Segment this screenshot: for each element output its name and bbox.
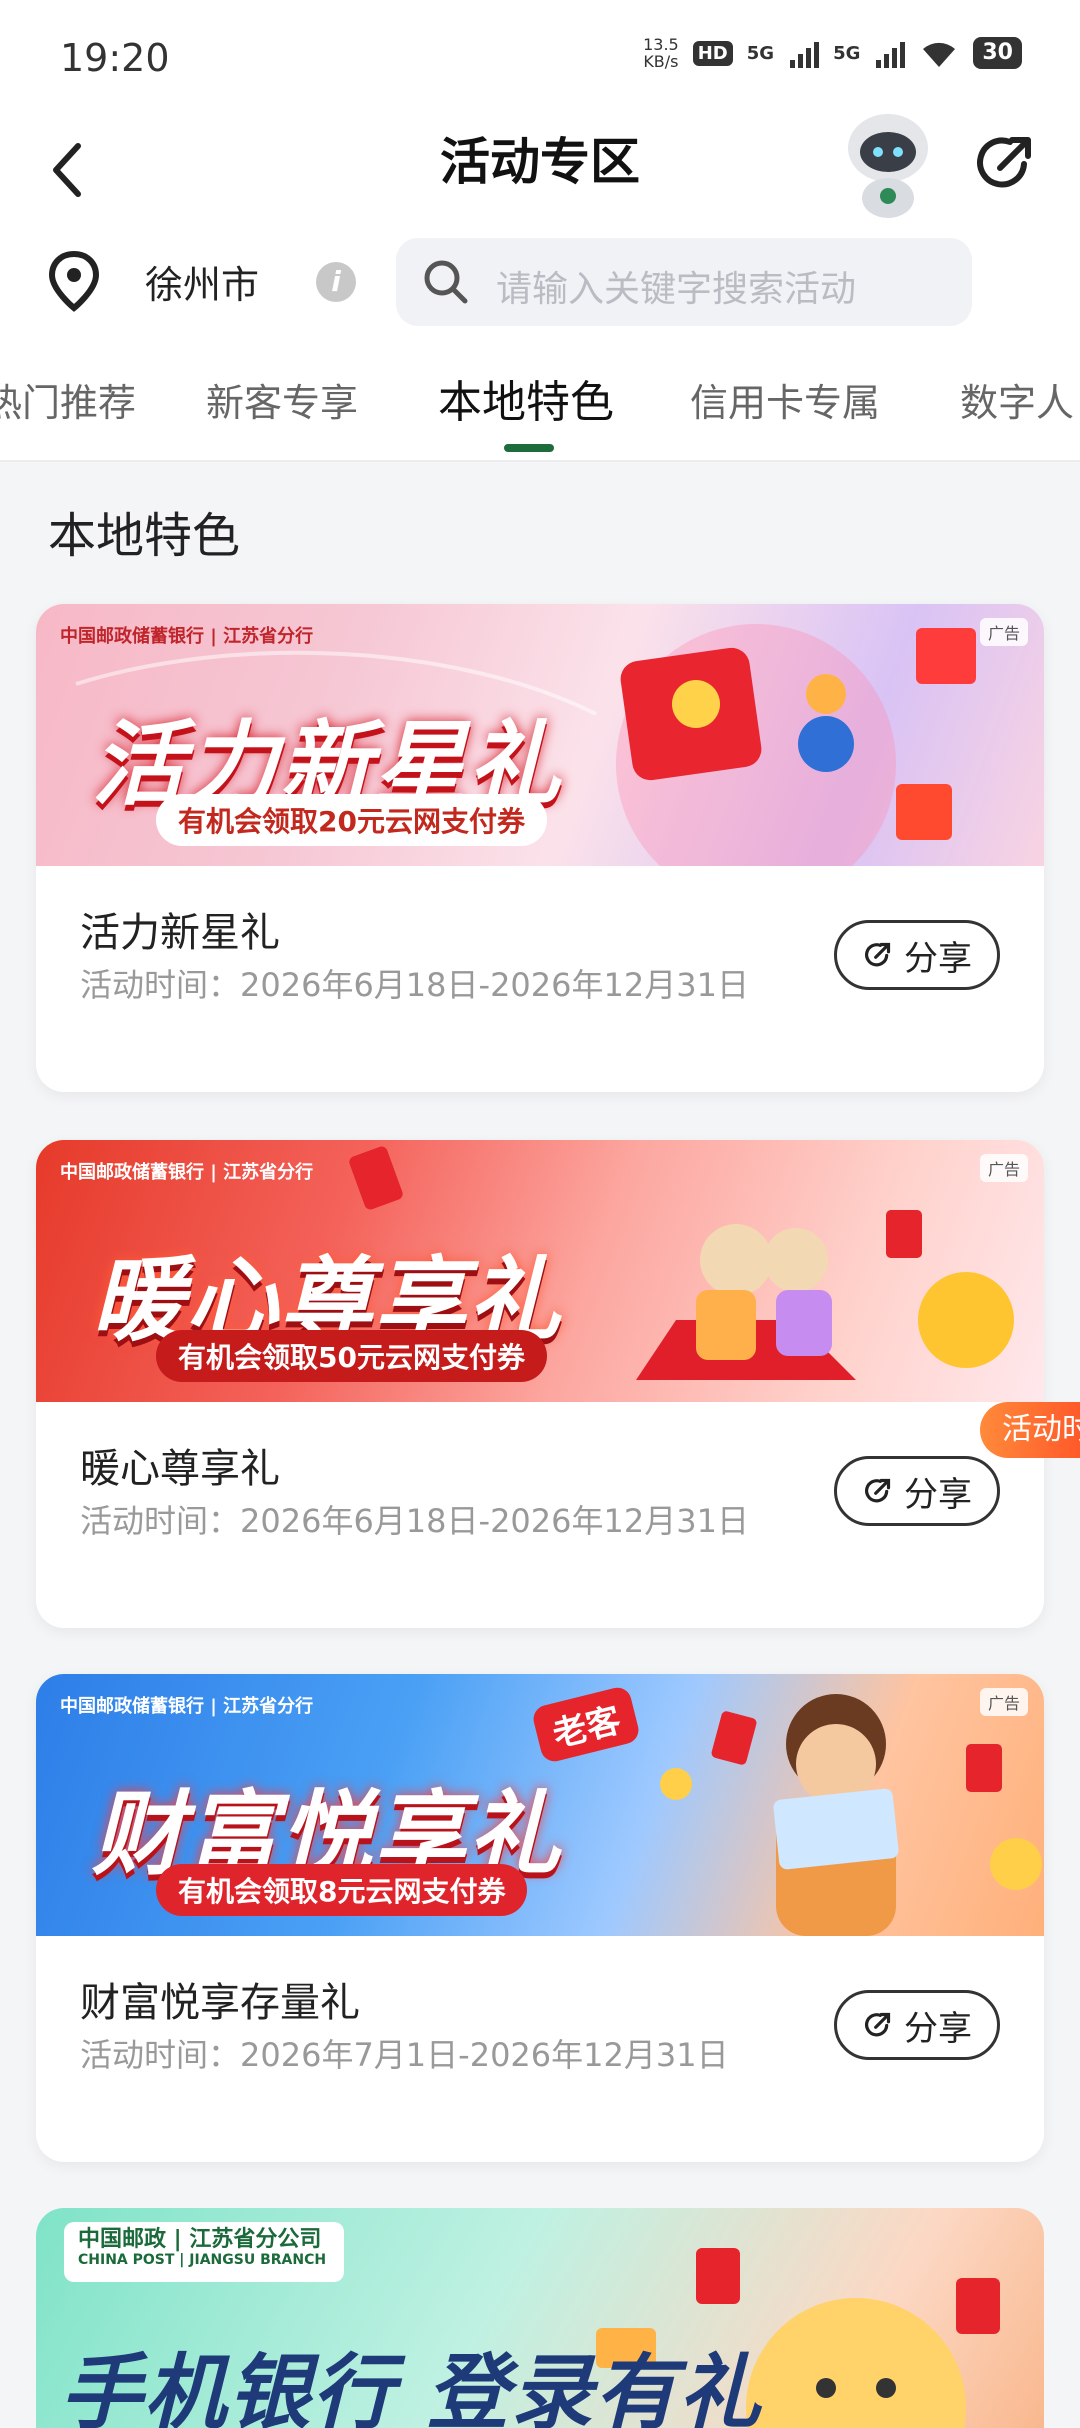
share-label: 分享 (904, 938, 972, 979)
tab-hot[interactable]: 热门推荐 (0, 372, 136, 427)
status-icons: 13.5 KB/s HD 5G 5G 30 (643, 36, 1022, 70)
activity-name: 财富悦享存量礼 (80, 1980, 360, 2026)
status-bar: 19:20 13.5 KB/s HD 5G 5G 30 (0, 0, 1080, 110)
category-tabs: 热门推荐 新客专享 本地特色 信用卡专属 数字人 (0, 360, 1080, 460)
activity-banner[interactable]: 中国邮政储蓄银行 | 江苏省分行 广告 暖心尊享礼 有机会领取50元云网支付券 (36, 1140, 1044, 1402)
signal-bars-icon (790, 38, 820, 68)
share-icon[interactable] (970, 128, 1040, 198)
divider (0, 460, 1080, 462)
search-input[interactable]: 请输入关键字搜索活动 (396, 238, 972, 326)
banner-subtitle: 有机会领取50元云网支付券 (156, 1330, 547, 1382)
location-pin-icon[interactable] (44, 248, 104, 314)
activity-card[interactable]: 中国邮政储蓄银行 | 江苏省分行 广告 财富悦享礼 老客 有机会领取8元云网支付… (36, 1674, 1044, 2162)
activity-time: 活动时间：2026年7月1日-2026年12月31日 (80, 2036, 729, 2074)
share-icon (865, 2012, 891, 2037)
tab-indicator (504, 444, 554, 452)
banner-subtitle: 有机会领取20元云网支付券 (156, 794, 547, 846)
floating-activity-tag[interactable]: 活动时 (980, 1402, 1080, 1458)
activity-time: 活动时间：2026年6月18日-2026年12月31日 (80, 1502, 749, 1540)
ad-label: 广告 (979, 1688, 1028, 1716)
tab-digital-human[interactable]: 数字人 (960, 372, 1074, 427)
battery-icon: 30 (973, 37, 1022, 69)
share-button[interactable]: 分享 (834, 920, 1000, 990)
bank-logo: 中国邮政储蓄银行 | 江苏省分行 (60, 626, 314, 647)
share-icon (865, 942, 891, 967)
activity-banner-partial[interactable]: 中国邮政 | 江苏省分公司 CHINA POST | JIANGSU BRANC… (36, 2208, 1044, 2428)
activity-card[interactable]: 中国邮政储蓄银行 | 江苏省分行 广告 活力新星礼 有机会领取20元云网支付券 … (36, 604, 1044, 1092)
bank-logo: 中国邮政储蓄银行 | 江苏省分行 (60, 1162, 314, 1183)
share-button[interactable]: 分享 (834, 1990, 1000, 2060)
top-area: 19:20 13.5 KB/s HD 5G 5G 30 活动专区 徐州市 i 请… (0, 0, 1080, 462)
location-search-row: 徐州市 i 请输入关键字搜索活动 (0, 236, 1080, 326)
city-label[interactable]: 徐州市 (145, 254, 259, 309)
search-placeholder: 请输入关键字搜索活动 (496, 269, 857, 310)
ad-label: 广告 (979, 618, 1028, 646)
banner-subtitle: 有机会领取8元云网支付券 (156, 1864, 528, 1916)
net-speed: 13.5 KB/s (643, 35, 679, 71)
hd-icon: HD (692, 40, 733, 66)
china-post-logo: 中国邮政 | 江苏省分公司 CHINA POST | JIANGSU BRANC… (64, 2222, 344, 2282)
ad-label: 广告 (979, 1154, 1028, 1182)
tab-new-customer[interactable]: 新客专享 (206, 372, 358, 427)
header: 活动专区 (0, 110, 1080, 230)
banner-title: 手机银行 登录有礼 (60, 2346, 763, 2428)
activity-time: 活动时间：2026年6月18日-2026年12月31日 (80, 966, 749, 1004)
signal-5g-icon: 5G (746, 42, 775, 64)
activity-name: 暖心尊享礼 (80, 1446, 280, 1492)
signal-bars-icon-2 (876, 38, 906, 68)
bank-logo: 中国邮政储蓄银行 | 江苏省分行 (60, 1696, 314, 1717)
share-button[interactable]: 分享 (834, 1456, 1000, 1526)
search-icon (424, 260, 468, 304)
tab-local[interactable]: 本地特色 (438, 366, 614, 430)
section-title: 本地特色 (48, 508, 241, 564)
tab-credit-card[interactable]: 信用卡专属 (690, 372, 880, 427)
share-label: 分享 (904, 2008, 972, 2049)
activity-banner[interactable]: 中国邮政储蓄银行 | 江苏省分行 广告 财富悦享礼 老客 有机会领取8元云网支付… (36, 1674, 1044, 1936)
wifi-icon (923, 42, 956, 67)
status-time: 19:20 (60, 36, 170, 80)
activity-name: 活力新星礼 (80, 910, 280, 956)
share-icon (865, 1478, 891, 1503)
signal-5g-icon-2: 5G (833, 42, 861, 64)
share-label: 分享 (904, 1474, 972, 1515)
activity-card[interactable]: 中国邮政储蓄银行 | 江苏省分行 广告 暖心尊享礼 有机会领取50元云网支付券 … (36, 1140, 1044, 1628)
info-icon[interactable]: i (316, 262, 356, 302)
robot-avatar-icon[interactable] (838, 110, 938, 220)
activity-banner[interactable]: 中国邮政储蓄银行 | 江苏省分行 广告 活力新星礼 有机会领取20元云网支付券 (36, 604, 1044, 866)
